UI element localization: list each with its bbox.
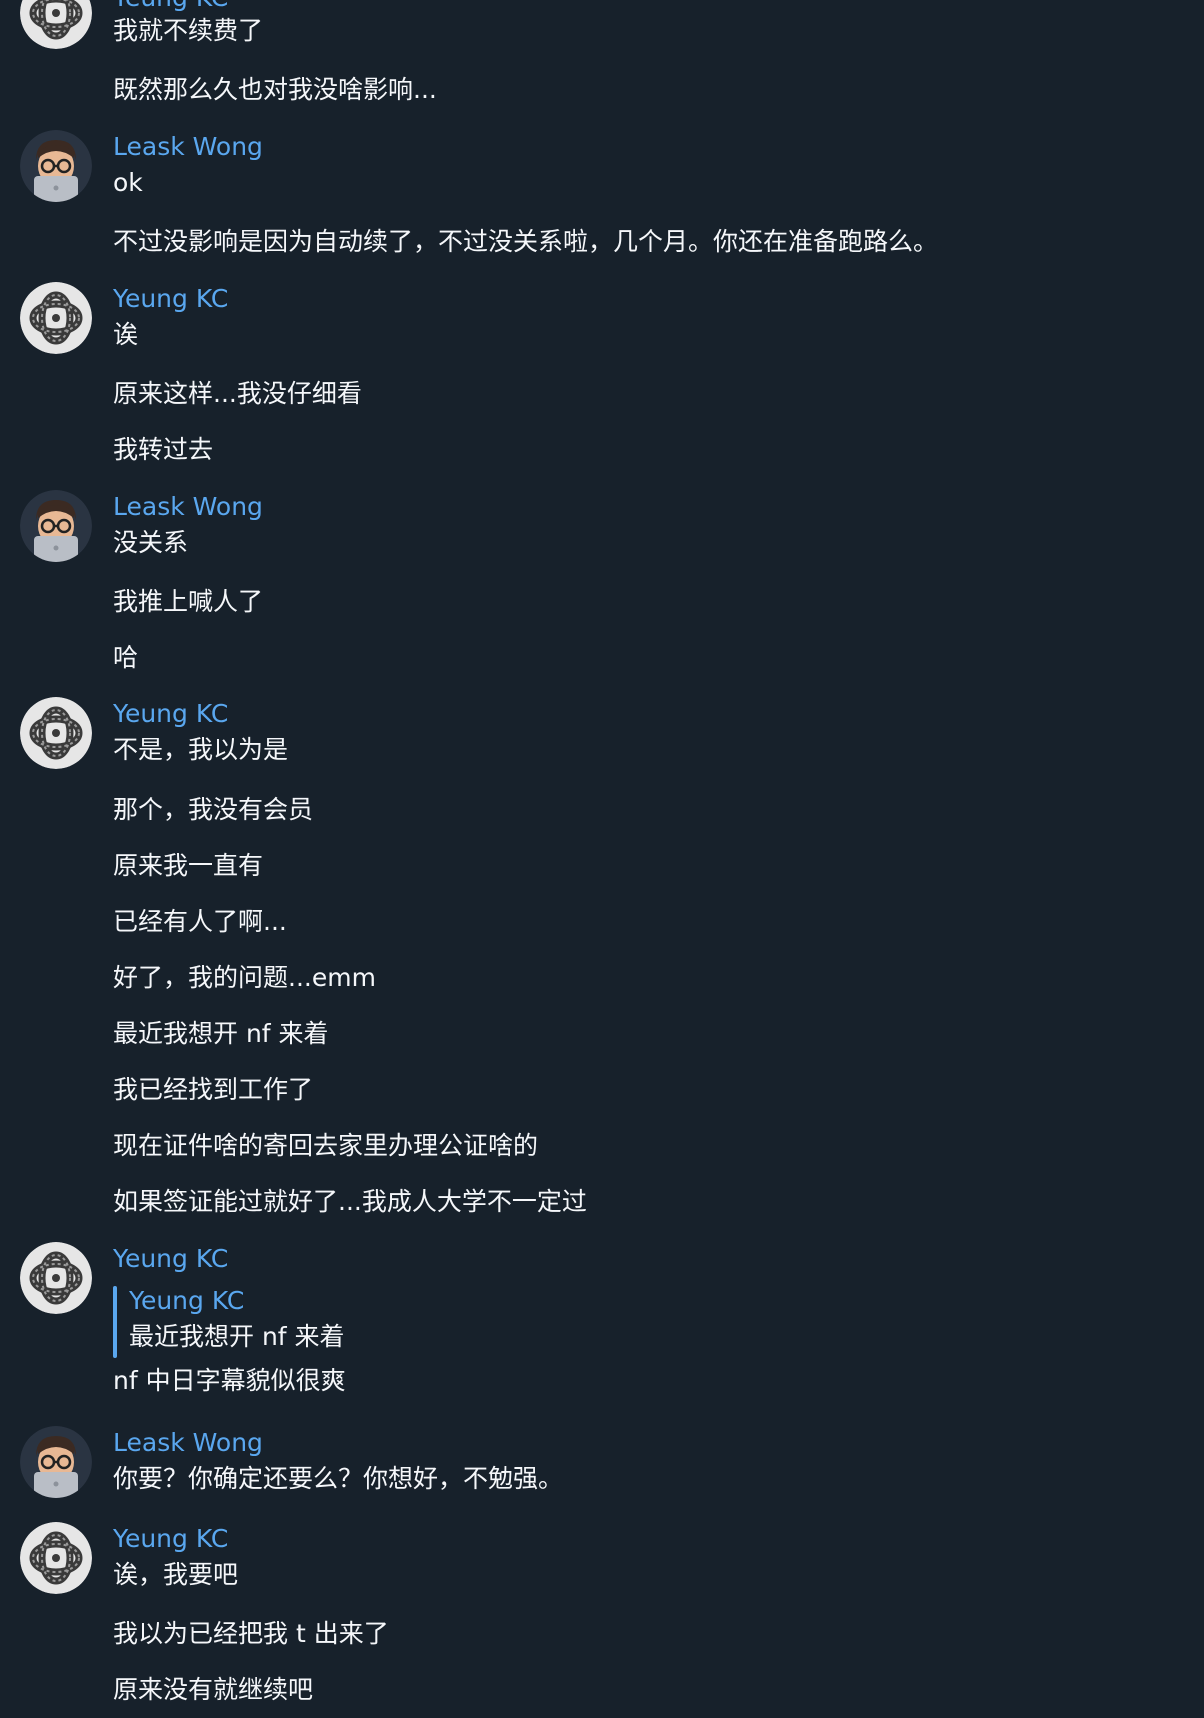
- reply-quote-bar: [113, 1286, 117, 1358]
- message-text: 最近我想开 nf 来着: [113, 1019, 329, 1048]
- message-text: 诶，我要吧: [113, 1560, 239, 1589]
- sender-name[interactable]: Yeung KC: [113, 699, 228, 729]
- message-text: 好了，我的问题...emm: [113, 963, 376, 992]
- memoji-glasses-laptop-icon: [20, 1426, 92, 1498]
- message-text: 我推上喊人了: [113, 587, 264, 616]
- message-text: 我以为已经把我 t 出来了: [113, 1619, 389, 1648]
- avatar-leask[interactable]: [20, 1426, 92, 1498]
- sender-name[interactable]: Yeung KC: [113, 0, 228, 13]
- chat-history: Yeung KC 我就不续费了 既然那么久也对我没啥影响... Leask Wo…: [0, 0, 1204, 1718]
- message-text: 已经有人了啊...: [113, 907, 287, 936]
- message-text: 你要？你确定还要么？你想好，不勉强。: [113, 1464, 564, 1493]
- message-text: 既然那么久也对我没啥影响...: [113, 75, 437, 104]
- avatar-yeung[interactable]: [20, 282, 92, 354]
- message-text: 不过没影响是因为自动续了，不过没关系啦，几个月。你还在准备跑路么。: [113, 227, 939, 256]
- message-text: 诶: [113, 320, 139, 349]
- sender-name[interactable]: Yeung KC: [113, 284, 228, 314]
- sender-name[interactable]: Yeung KC: [113, 1524, 228, 1554]
- ouroboros-serpent-icon: [20, 697, 92, 769]
- message-text: 我就不续费了: [113, 16, 264, 45]
- avatar-yeung[interactable]: [20, 0, 92, 49]
- avatar-leask[interactable]: [20, 490, 92, 562]
- message-text: 如果签证能过就好了...我成人大学不一定过: [113, 1187, 587, 1216]
- reply-quote-text: 最近我想开 nf 来着: [129, 1322, 345, 1351]
- message-text: 原来我一直有: [113, 851, 264, 880]
- message-text: 哈: [113, 643, 139, 672]
- message-text: 我转过去: [113, 435, 214, 464]
- message-text: 不是，我以为是: [113, 735, 289, 764]
- message-text: 没关系: [113, 528, 189, 557]
- message-text: 原来这样...我没仔细看: [113, 379, 362, 408]
- message-text: ok: [113, 168, 143, 197]
- sender-name[interactable]: Leask Wong: [113, 1428, 263, 1458]
- sender-name[interactable]: Leask Wong: [113, 132, 263, 162]
- message-text: 原来没有就继续吧: [113, 1675, 314, 1704]
- ouroboros-serpent-icon: [20, 1242, 92, 1314]
- sender-name[interactable]: Leask Wong: [113, 492, 263, 522]
- message-text: 那个，我没有会员: [113, 795, 314, 824]
- reply-quote[interactable]: Yeung KC 最近我想开 nf 来着: [113, 1286, 613, 1358]
- avatar-yeung[interactable]: [20, 1242, 92, 1314]
- memoji-glasses-laptop-icon: [20, 490, 92, 562]
- ouroboros-serpent-icon: [20, 1522, 92, 1594]
- ouroboros-serpent-icon: [20, 282, 92, 354]
- ouroboros-serpent-icon: [20, 0, 92, 49]
- avatar-yeung[interactable]: [20, 1522, 92, 1594]
- message-text: nf 中日字幕貌似很爽: [113, 1366, 346, 1395]
- avatar-yeung[interactable]: [20, 697, 92, 769]
- message-text: 我已经找到工作了: [113, 1075, 314, 1104]
- reply-quote-name: Yeung KC: [129, 1286, 245, 1315]
- avatar-leask[interactable]: [20, 130, 92, 202]
- sender-name[interactable]: Yeung KC: [113, 1244, 228, 1274]
- memoji-glasses-laptop-icon: [20, 130, 92, 202]
- message-text: 现在证件啥的寄回去家里办理公证啥的: [113, 1131, 539, 1160]
